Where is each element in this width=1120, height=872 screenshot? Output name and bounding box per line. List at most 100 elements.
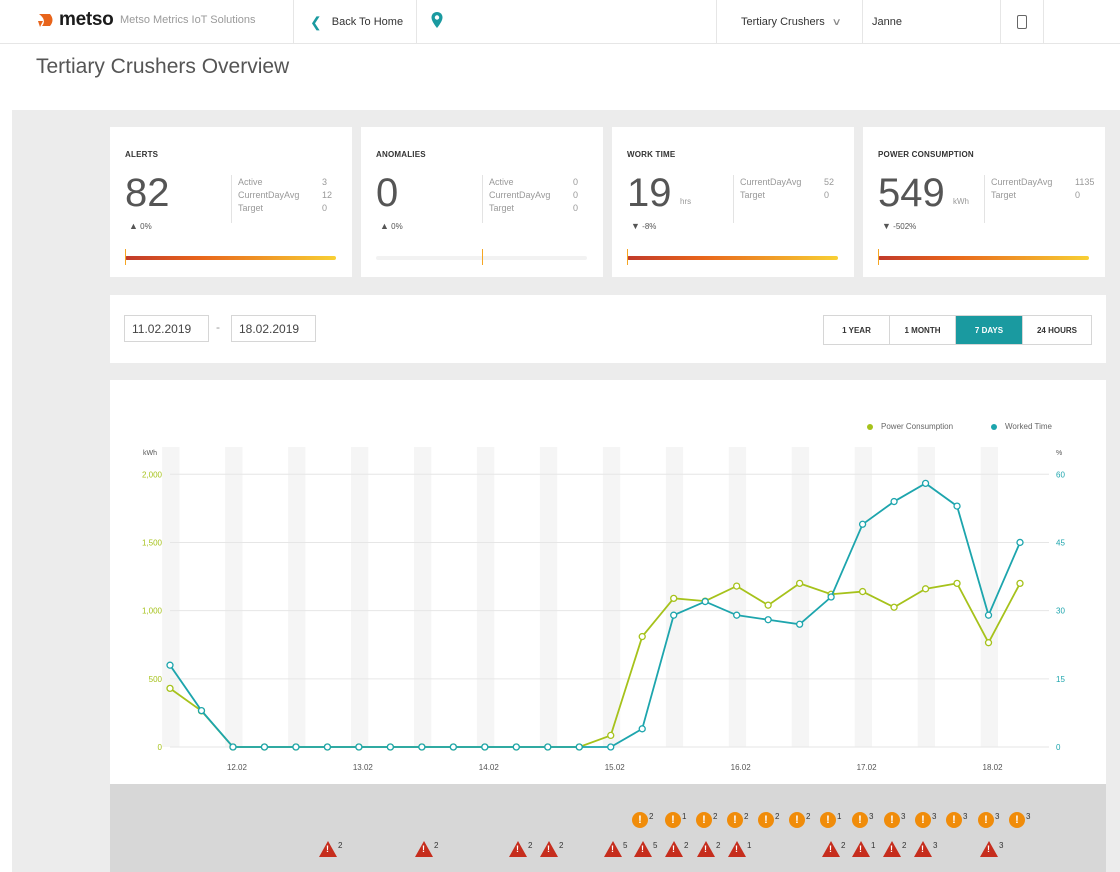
- legend-dot-power: [867, 423, 873, 430]
- warning-circle-icon: !: [665, 812, 681, 828]
- warning-event-marker[interactable]: ! 3: [915, 812, 936, 828]
- legend-item-worked-time[interactable]: Worked Time: [991, 422, 1052, 431]
- kpi-progress-bar: [125, 256, 336, 260]
- kpi-stat-label: CurrentDayAvg: [740, 177, 802, 187]
- warning-event-marker[interactable]: ! 1: [665, 812, 686, 828]
- kpi-card-anomalies[interactable]: ANOMALIES 0 ▲ 0% Active 0 CurrentDayAvg 0 Targe…: [361, 127, 603, 277]
- warning-event-marker[interactable]: ! 3: [852, 812, 873, 828]
- kpi-card-work-time[interactable]: WORK TIME 19 hrs ▼ -8% CurrentDayAvg 52 Target…: [612, 127, 854, 277]
- data-point: [323, 743, 332, 751]
- warning-event-marker[interactable]: ! 2: [727, 812, 748, 828]
- data-point: [229, 743, 237, 751]
- alert-event-marker[interactable]: 2: [822, 841, 845, 857]
- y-left-tick-label: 2,000: [142, 470, 163, 479]
- kpi-title: ANOMALIES: [376, 150, 426, 159]
- range-button-1-month[interactable]: 1 MONTH: [890, 316, 956, 344]
- kpi-progress-marker: [482, 249, 483, 265]
- chart-panel: 0 500 1,000 1,500 2,000 0 15 30 45 60 kWh% 12.02 13.…: [110, 380, 1106, 784]
- alert-event-marker[interactable]: 5: [634, 841, 657, 857]
- chart-background-band: [917, 447, 935, 747]
- location-pin-icon[interactable]: [430, 11, 444, 29]
- alert-event-marker[interactable]: 1: [852, 841, 875, 857]
- date-filter-panel: 11.02.2019 - 18.02.2019 1 YEAR 1 MONTH 7…: [110, 295, 1106, 363]
- data-point: [733, 611, 741, 619]
- event-count: 1: [747, 841, 752, 850]
- warning-event-marker[interactable]: ! 1: [820, 812, 841, 828]
- warning-event-marker[interactable]: ! 3: [1009, 812, 1030, 828]
- alert-event-marker[interactable]: 2: [883, 841, 906, 857]
- alert-event-marker[interactable]: 2: [665, 841, 688, 857]
- date-to-input[interactable]: 18.02.2019: [231, 315, 316, 342]
- user-name[interactable]: Janne: [862, 0, 1000, 44]
- data-point: [953, 579, 961, 588]
- data-point: [638, 632, 646, 641]
- alert-event-marker[interactable]: 2: [509, 841, 532, 857]
- kpi-card-power-consumption[interactable]: POWER CONSUMPTION 549 kWh ▼ -502% CurrentDay…: [863, 127, 1105, 277]
- event-count: 2: [713, 812, 718, 821]
- data-point: [355, 743, 363, 751]
- date-from-input[interactable]: 11.02.2019: [124, 315, 209, 342]
- alert-event-marker[interactable]: 2: [540, 841, 563, 857]
- data-point: [607, 743, 615, 751]
- warning-event-marker[interactable]: ! 2: [632, 812, 653, 828]
- back-to-home-button[interactable]: ❮ Back To Home: [293, 0, 417, 44]
- kpi-progress-marker: [125, 249, 126, 265]
- event-count: 3: [995, 812, 1000, 821]
- kpi-divider: [482, 175, 483, 223]
- y-left-tick-label: 1,000: [142, 607, 163, 616]
- event-count: 2: [559, 841, 564, 850]
- y-left-axis-label: kWh: [143, 450, 157, 457]
- data-point: [166, 684, 174, 693]
- kpi-stat-label: Target: [991, 190, 1017, 200]
- kpi-progress-marker: [627, 249, 628, 265]
- alert-triangle-icon: [665, 841, 683, 857]
- kpi-value: 19: [627, 171, 672, 215]
- kpi-stat-row: CurrentDayAvg 0: [489, 189, 578, 202]
- alert-triangle-icon: [509, 841, 527, 857]
- arrow-down-icon: ▼: [631, 221, 640, 231]
- data-point: [827, 593, 835, 601]
- chart-background-band: [288, 447, 306, 747]
- warning-event-marker[interactable]: ! 2: [696, 812, 717, 828]
- alert-event-marker[interactable]: 2: [697, 841, 720, 857]
- warning-event-marker[interactable]: ! 3: [978, 812, 999, 828]
- kpi-card-alerts[interactable]: ALERTS 82 ▲ 0% Active 3 CurrentDayAvg 12 Target…: [110, 127, 352, 277]
- data-point: [764, 616, 772, 624]
- event-count: 2: [338, 841, 343, 850]
- range-button-1-year[interactable]: 1 YEAR: [824, 316, 890, 344]
- warning-event-marker[interactable]: ! 3: [884, 812, 905, 828]
- kpi-stat-row: CurrentDayAvg 1135: [991, 176, 1094, 189]
- site-selector-dropdown[interactable]: Tertiary Crushers ∨: [716, 0, 862, 44]
- kpi-stat-row: CurrentDayAvg 52: [740, 176, 834, 189]
- warning-event-marker[interactable]: ! 2: [758, 812, 779, 828]
- alert-triangle-icon: [980, 841, 998, 857]
- alert-event-marker[interactable]: 5: [604, 841, 627, 857]
- data-point: [764, 601, 772, 609]
- alert-event-marker[interactable]: 2: [319, 841, 342, 857]
- kpi-stat-value: 12: [322, 190, 333, 200]
- alert-event-marker[interactable]: 3: [914, 841, 937, 857]
- alert-event-marker[interactable]: 2: [415, 841, 438, 857]
- data-point: [638, 725, 646, 733]
- alert-event-marker[interactable]: 3: [980, 841, 1003, 857]
- user-name-label: Janne: [872, 16, 902, 28]
- data-point: [701, 597, 709, 606]
- warning-event-marker[interactable]: ! 2: [789, 812, 810, 828]
- device-button[interactable]: [1000, 0, 1044, 44]
- range-button-24-hours[interactable]: 24 HOURS: [1023, 316, 1091, 344]
- data-point: [386, 743, 395, 751]
- warning-event-marker[interactable]: ! 3: [946, 812, 967, 828]
- kpi-stat-row: CurrentDayAvg 12: [238, 189, 332, 202]
- chart-background-band: [728, 447, 747, 747]
- legend-item-power-consumption[interactable]: Power Consumption: [867, 422, 953, 431]
- arrow-up-icon: ▲: [129, 221, 138, 231]
- data-point: [890, 603, 898, 611]
- metso-logo[interactable]: metso: [36, 9, 114, 31]
- range-button-7-days[interactable]: 7 DAYS: [956, 316, 1023, 344]
- site-selector-value: Tertiary Crushers: [741, 16, 825, 28]
- warning-circle-icon: !: [946, 812, 962, 828]
- kpi-progress-marker: [878, 249, 879, 265]
- alert-event-marker[interactable]: 1: [728, 841, 751, 857]
- metso-logo-icon: [38, 14, 53, 27]
- alert-triangle-icon: [852, 841, 870, 857]
